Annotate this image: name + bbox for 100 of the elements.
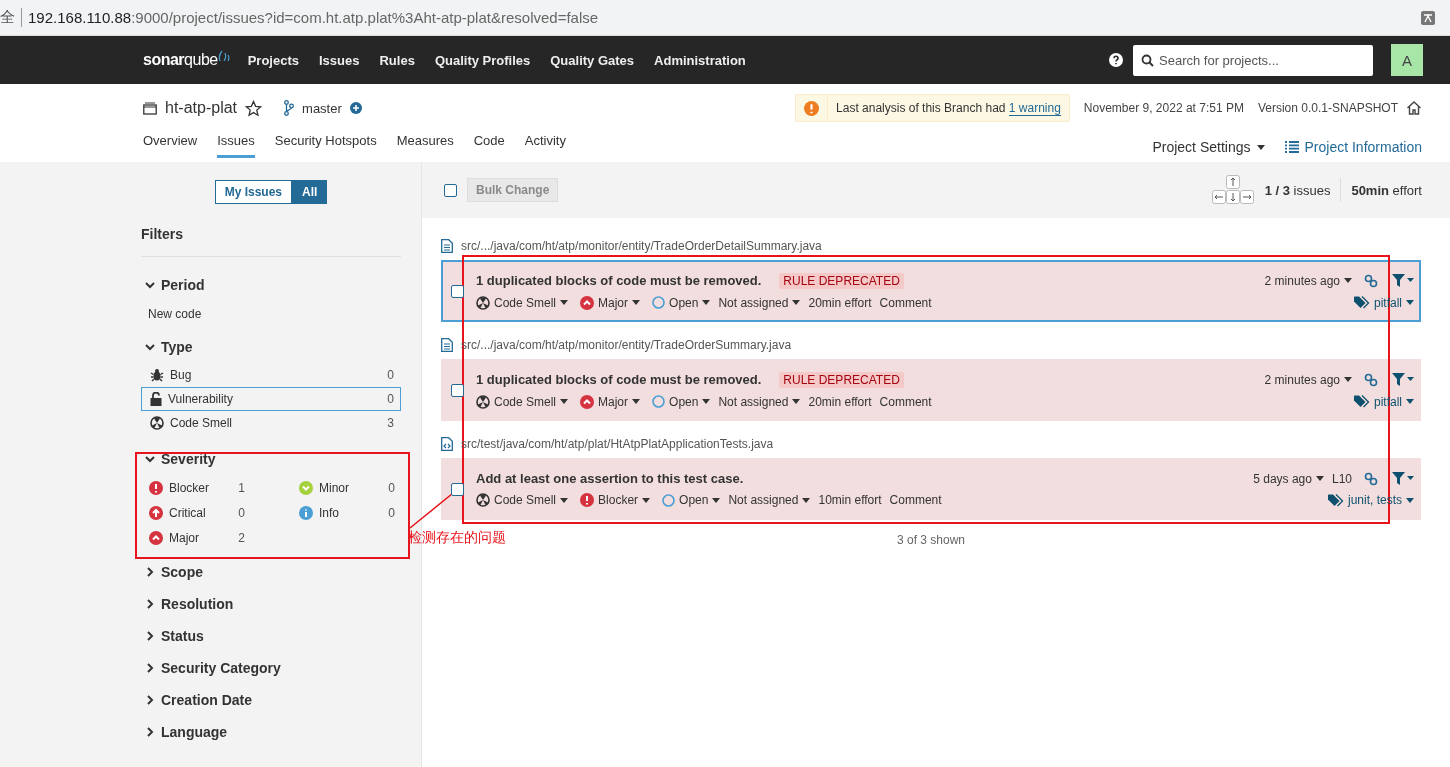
project-name[interactable]: ht-atp-plat (165, 99, 238, 117)
nav-link[interactable]: Quality Gates (540, 52, 645, 68)
facet-header[interactable]: Status (141, 620, 401, 652)
project-version: Version 0.0.1-SNAPSHOT (1257, 101, 1398, 115)
issue-type[interactable]: Code Smell (476, 295, 569, 310)
star-icon[interactable] (245, 99, 263, 117)
sonarqube-logo[interactable]: sonarqube (143, 51, 232, 69)
link-icon[interactable] (1364, 471, 1378, 486)
severity-filter-item[interactable]: Blocker 1 (141, 475, 251, 500)
add-icon[interactable] (349, 102, 362, 114)
issue-checkbox[interactable] (451, 383, 464, 397)
translate-icon[interactable] (1420, 9, 1436, 26)
severity-filter-item[interactable]: Major 2 (141, 525, 251, 550)
caret-icon (1406, 300, 1414, 305)
nav-link[interactable]: Issues (309, 52, 370, 68)
select-all-checkbox[interactable] (444, 183, 457, 197)
issue-position: 1 / 3 issues (1264, 182, 1331, 198)
issue-status[interactable]: Open (652, 295, 711, 310)
rule-deprecated-tag: RULE DEPRECATED (779, 272, 904, 289)
facet-header[interactable]: Security Category (141, 652, 401, 684)
issue-type[interactable]: Code Smell (476, 394, 569, 409)
link-icon[interactable] (1364, 372, 1378, 387)
filter-icon[interactable] (1392, 472, 1414, 485)
comment-link[interactable]: Comment (889, 493, 942, 507)
facet-header[interactable]: Language (141, 716, 401, 748)
issues-filter-toggle[interactable]: My Issues (214, 180, 292, 204)
issue-status[interactable]: Open (652, 394, 711, 409)
issue-status[interactable]: Open (662, 493, 721, 507)
test-file-icon (441, 437, 453, 451)
issues-filter-toggle[interactable]: All (292, 180, 328, 204)
address-url[interactable]: 192.168.110.88:9000/project/issues?id=com.ht.atp.plat%3Aht-atp-plat&resolved=false (28, 9, 599, 26)
issue-age[interactable]: 2 minutes ago (1264, 372, 1352, 387)
comment-link[interactable]: Comment (879, 394, 932, 409)
list-icon (1284, 141, 1299, 153)
facet-header[interactable]: Scope (141, 556, 401, 588)
help-icon[interactable] (1109, 53, 1123, 67)
user-avatar[interactable]: A (1391, 44, 1423, 76)
search-field[interactable]: Search for projects... (1133, 44, 1373, 76)
tags-icon (1327, 493, 1344, 507)
issue-message[interactable]: Add at least one assertion to this test case. (476, 471, 744, 486)
file-path[interactable]: src/.../java/com/ht/atp/monitor/entity/TradeOrderDetailSummary.java (461, 239, 822, 253)
type-filter-item[interactable]: Bug 0 (141, 363, 401, 387)
issue-severity[interactable]: Major (580, 394, 641, 409)
filter-icon[interactable] (1392, 373, 1414, 386)
nav-link[interactable]: Projects (237, 52, 309, 68)
home-icon[interactable] (1406, 100, 1422, 116)
nav-link[interactable]: Administration (644, 52, 756, 68)
issue-assignee[interactable]: Not assigned (718, 394, 801, 409)
facet-value[interactable]: New code (141, 301, 401, 331)
project-tab[interactable]: Activity (524, 132, 566, 158)
blocker-severity-icon (149, 480, 163, 495)
warning-text: Last analysis of this Branch had (836, 101, 1007, 115)
project-tab[interactable]: Code (473, 132, 505, 158)
chevron-down-icon (145, 342, 155, 352)
severity-filter-item[interactable]: Minor 0 (291, 475, 401, 500)
project-tab[interactable]: Issues (217, 132, 255, 158)
issue-checkbox[interactable] (451, 482, 464, 496)
project-settings-menu[interactable]: Project Settings (1152, 132, 1265, 162)
severity-filter-item[interactable]: Info 0 (291, 500, 401, 525)
nav-link[interactable]: Quality Profiles (424, 52, 541, 68)
issue-checkbox[interactable] (451, 284, 464, 298)
type-filter-item[interactable]: Vulnerability 0 (141, 387, 401, 411)
project-tab[interactable]: Overview (143, 132, 198, 158)
facet-header[interactable]: Type (141, 331, 401, 363)
facet-header[interactable]: Severity (141, 443, 401, 475)
issue-assignee[interactable]: Not assigned (718, 295, 801, 310)
issue-severity[interactable]: Blocker (580, 493, 651, 507)
chevron-right-icon (145, 599, 155, 609)
nav-link[interactable]: Rules (369, 52, 425, 68)
caret-icon (792, 300, 801, 305)
issue-age[interactable]: 2 minutes ago (1264, 273, 1352, 288)
facet-header[interactable]: Resolution (141, 588, 401, 620)
filter-icon[interactable] (1392, 274, 1414, 287)
caret-icon (560, 497, 569, 503)
tags-icon (1354, 395, 1370, 408)
issue-severity[interactable]: Major (580, 295, 641, 310)
caret-icon (712, 497, 721, 503)
project-information-link[interactable]: Project Information (1284, 132, 1422, 162)
link-icon[interactable] (1364, 273, 1378, 288)
severity-filter-item[interactable]: Critical 0 (141, 500, 251, 525)
facet-header[interactable]: Period (141, 269, 401, 301)
project-tab[interactable]: Security Hotspots (274, 132, 377, 158)
type-filter-item[interactable]: Code Smell 3 (141, 411, 401, 435)
warning-link[interactable]: 1 warning (1008, 101, 1061, 116)
issue-type[interactable]: Code Smell (476, 493, 569, 507)
open-status-icon (652, 395, 666, 408)
facet-header[interactable]: Creation Date (141, 684, 401, 716)
branch-name[interactable]: master (302, 100, 342, 116)
issue-assignee[interactable]: Not assigned (728, 493, 811, 507)
file-icon (441, 338, 453, 352)
comment-link[interactable]: Comment (879, 295, 932, 310)
issue-message[interactable]: 1 duplicated blocks of code must be removed. (476, 372, 762, 387)
line-number[interactable]: L10 (1331, 471, 1352, 486)
issue-effort: 20min effort (808, 295, 872, 310)
caret-icon (1406, 497, 1414, 503)
issue-message[interactable]: 1 duplicated blocks of code must be removed. (476, 273, 762, 288)
shown-count: 3 of 3 shown (896, 533, 965, 547)
search-icon (1141, 53, 1154, 67)
issue-age[interactable]: 5 days ago (1253, 471, 1324, 486)
project-tab[interactable]: Measures (396, 132, 454, 158)
